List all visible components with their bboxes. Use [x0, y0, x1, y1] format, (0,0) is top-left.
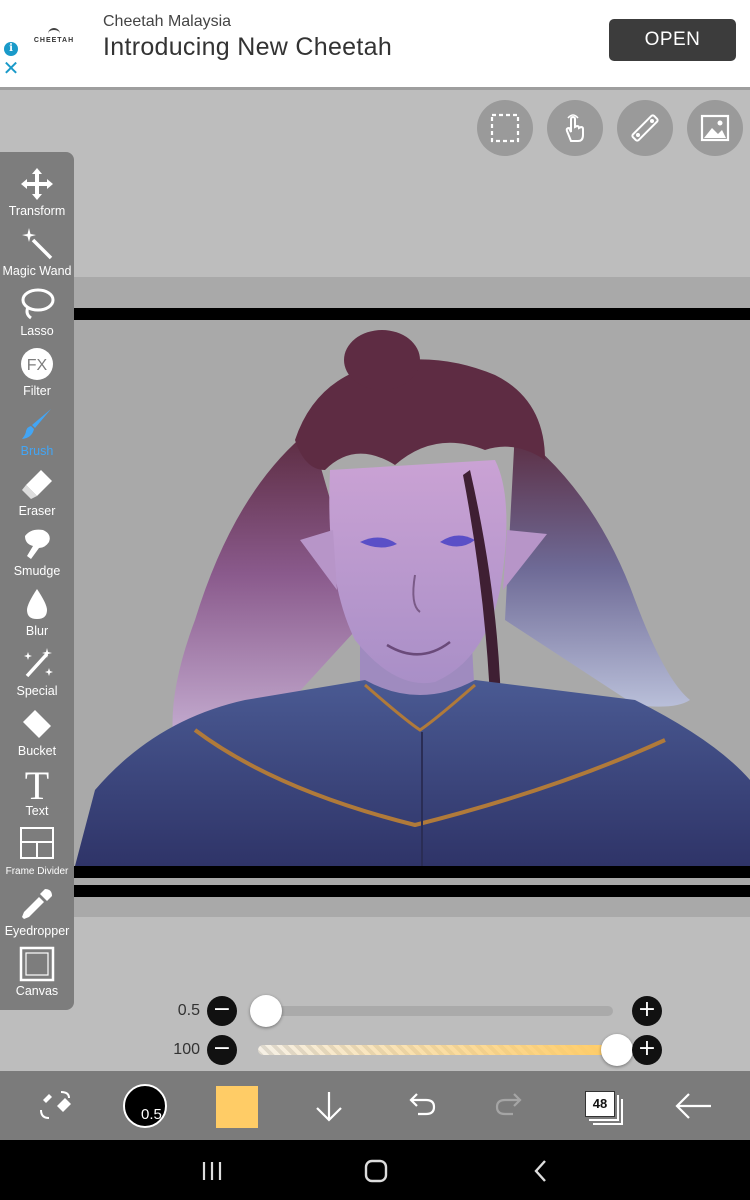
touch-gesture-icon [565, 114, 584, 142]
tool-special[interactable]: Special [0, 632, 74, 698]
ad-open-button[interactable]: OPEN [609, 19, 736, 61]
opacity-track[interactable] [258, 1045, 613, 1055]
undo-button[interactable] [397, 1083, 443, 1129]
info-icon[interactable]: i [4, 42, 18, 56]
back-chevron-icon[interactable] [532, 1159, 550, 1183]
swap-tools-icon [40, 1091, 71, 1119]
tool-lasso[interactable]: Lasso [0, 272, 74, 338]
brush-size-value: 0.5 [177, 1002, 200, 1019]
redo-button[interactable] [488, 1083, 534, 1129]
opacity-knob[interactable] [601, 1034, 633, 1066]
move-arrows-icon [21, 168, 53, 200]
image-import-icon [700, 114, 730, 142]
canvas-icon [19, 946, 55, 982]
system-nav-bar [0, 1140, 750, 1200]
tool-frame-divider[interactable]: Frame Divider [0, 812, 74, 877]
svg-text:T: T [25, 766, 49, 802]
droplet-icon [27, 589, 47, 619]
tool-text[interactable]: T Text [0, 752, 74, 818]
brush-size-increase-button[interactable]: + [632, 996, 662, 1026]
ad-title[interactable]: Introducing New Cheetah [103, 33, 392, 62]
frame-border-middle [0, 866, 750, 878]
home-icon[interactable] [364, 1159, 388, 1183]
selection-icon [490, 113, 520, 143]
ad-brand: Cheetah Malaysia [103, 13, 232, 30]
touch-gesture-button[interactable] [547, 100, 603, 156]
tool-blur[interactable]: Blur [0, 572, 74, 638]
tool-transform[interactable]: Transform [0, 152, 74, 218]
special-sparkle-icon [24, 648, 53, 678]
ruler-icon [631, 114, 659, 142]
opacity-decrease-button[interactable]: − [207, 1035, 237, 1065]
layer-count-badge: 48 [585, 1091, 615, 1117]
color-swatch[interactable] [216, 1086, 258, 1128]
ad-logo: CHEETAH [32, 28, 76, 48]
image-import-button[interactable] [687, 100, 743, 156]
fx-filter-icon: FX [21, 348, 53, 380]
tool-magic-wand[interactable]: Magic Wand [0, 212, 74, 278]
brush-icon [22, 409, 51, 439]
svg-text:FX: FX [27, 357, 48, 374]
ruler-button[interactable] [617, 100, 673, 156]
text-t-icon: T [25, 766, 49, 802]
frame-divider-icon [20, 827, 54, 859]
character-artwork[interactable] [75, 320, 750, 866]
eyedropper-icon [22, 889, 52, 919]
back-arrow-icon [675, 1093, 711, 1119]
frame-border-bottom [0, 885, 750, 897]
tool-eyedropper[interactable]: Eyedropper [0, 872, 74, 938]
brush-size-track[interactable] [258, 1006, 613, 1016]
bucket-icon [23, 710, 51, 738]
bottom-toolbar: 0.5 48 [0, 1071, 750, 1140]
brush-size-decrease-button[interactable]: − [207, 996, 237, 1026]
magic-wand-icon [22, 228, 53, 260]
undo-icon [409, 1093, 436, 1116]
smudge-finger-icon [25, 529, 50, 559]
back-button[interactable] [670, 1083, 716, 1129]
selection-button[interactable] [477, 100, 533, 156]
tool-canvas[interactable]: Canvas [0, 932, 74, 998]
recent-apps-icon[interactable] [200, 1160, 224, 1182]
download-button[interactable] [306, 1083, 352, 1129]
brush-size-label: 0.5 [141, 1106, 162, 1123]
tool-panel: Transform Magic Wand Lasso FX Filter Bru… [0, 152, 74, 1010]
lasso-icon [21, 288, 55, 320]
tool-filter[interactable]: FX Filter [0, 332, 74, 398]
ad-banner[interactable]: i ✕ CHEETAH Cheetah Malaysia Introducing… [0, 0, 750, 90]
close-icon[interactable]: ✕ [2, 58, 20, 80]
opacity-value: 100 [173, 1041, 200, 1058]
tool-bucket[interactable]: Bucket [0, 692, 74, 758]
redo-icon [495, 1093, 522, 1116]
opacity-slider: 100 − + [0, 1033, 750, 1067]
tool-eraser[interactable]: Eraser [0, 452, 74, 518]
frame-border-top [0, 308, 750, 320]
eraser-icon [22, 470, 52, 499]
brush-size-slider: 0.5 − + [0, 994, 750, 1028]
brush-size-knob[interactable] [250, 995, 282, 1027]
tool-smudge[interactable]: Smudge [0, 512, 74, 578]
swap-tools-button[interactable] [32, 1083, 78, 1129]
tool-brush[interactable]: Brush [0, 392, 74, 458]
download-arrow-icon [316, 1092, 342, 1122]
opacity-increase-button[interactable]: + [632, 1035, 662, 1065]
